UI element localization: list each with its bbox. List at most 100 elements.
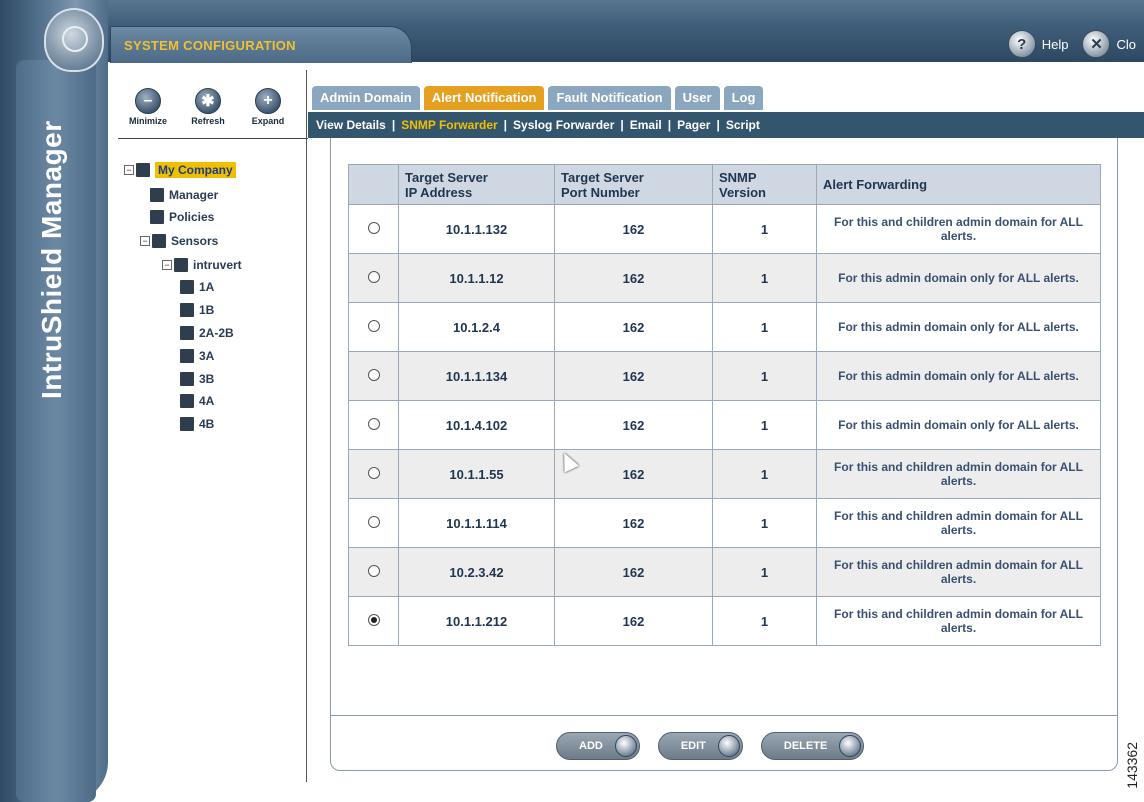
row-select-cell[interactable] (348, 204, 399, 254)
minimize-label: Minimize (128, 116, 167, 126)
help-label[interactable]: Help (1042, 37, 1069, 52)
row-select-cell[interactable] (348, 400, 399, 450)
column-header (348, 164, 399, 205)
delete-button[interactable]: DELETE (760, 732, 865, 760)
tree-node-label: 3A (199, 349, 215, 363)
table-header-row: Target Server IP Address Target Server Port… (348, 164, 1101, 205)
row-select-cell[interactable] (348, 351, 399, 401)
table-row[interactable]: 10.1.1.132 162 1 For this and children admi… (348, 204, 1101, 254)
toolbar-divider (118, 138, 308, 139)
row-radio-button[interactable] (367, 221, 380, 234)
tree-node-intruvert[interactable]: − intruvert (162, 258, 242, 272)
row-radio-button[interactable] (367, 613, 380, 626)
snmp-forwarder-table: Target Server IP Address Target Server Port… (348, 164, 1101, 646)
table-row[interactable]: 10.1.1.55 162 1 For this and children admin… (348, 449, 1101, 499)
subnav-pager[interactable]: Pager (677, 118, 710, 132)
tree-node-3a[interactable]: 3A (180, 349, 214, 363)
refresh-label: Refresh (191, 116, 225, 126)
tree-toggle-icon[interactable]: − (140, 236, 150, 246)
tab-fault-notification[interactable]: Fault Notification (548, 86, 671, 110)
row-radio-button[interactable] (367, 270, 380, 283)
tree-node-1a[interactable]: 1A (180, 280, 214, 294)
tab-alert-notification[interactable]: Alert Notification (423, 86, 545, 110)
action-buttons: ADD EDIT DELETE (556, 732, 865, 760)
column-header: Target Server Port Number (554, 164, 713, 205)
close-icon[interactable]: ✕ (1082, 30, 1111, 58)
snmp-version-cell: 1 (712, 498, 817, 548)
subnav-email[interactable]: Email (630, 118, 662, 132)
tab-log[interactable]: Log (723, 86, 764, 110)
tree-node-sensors[interactable]: − Sensors (140, 234, 218, 248)
tree-node-3b[interactable]: 3B (180, 372, 214, 386)
row-radio-button[interactable] (367, 368, 380, 381)
tree-toggle-icon[interactable]: − (162, 260, 172, 270)
tree-node-4b[interactable]: 4B (180, 417, 214, 431)
snmp-version-cell: 1 (712, 400, 817, 450)
close-label[interactable]: Clo (1116, 37, 1136, 52)
table-row[interactable]: 10.1.1.212 162 1 For this and children admi… (348, 596, 1101, 646)
refresh-button[interactable]: ✱ Refresh (188, 88, 228, 126)
minimize-icon: – (135, 88, 161, 114)
row-radio-button[interactable] (367, 515, 380, 528)
table-row[interactable]: 10.1.1.114 162 1 For this and children admi… (348, 498, 1101, 548)
tree-node-label: 3B (199, 372, 215, 386)
alert-forwarding-cell: For this and children admin domain for A… (816, 449, 1101, 499)
table-row[interactable]: 10.1.1.134 162 1 For this admin domain only… (348, 351, 1101, 401)
row-radio-button[interactable] (367, 417, 380, 430)
subnav-separator: | (667, 118, 672, 132)
table-row[interactable]: 10.1.4.102 162 1 For this admin domain only… (348, 400, 1101, 450)
ip-address-cell: 10.1.2.4 (398, 302, 555, 352)
add-button-label: ADD (579, 740, 603, 752)
tree-node-my-company[interactable]: − My Company (124, 162, 236, 178)
edit-button[interactable]: EDIT (657, 732, 743, 760)
subnav-snmp-forwarder[interactable]: SNMP Forwarder (401, 118, 497, 132)
tree-node-label: 4A (199, 394, 215, 408)
subnav-syslog-forwarder[interactable]: Syslog Forwarder (513, 118, 614, 132)
tree-toolbar: – Minimize ✱ Refresh + Expand (128, 88, 288, 126)
tree-node-4a[interactable]: 4A (180, 394, 214, 408)
tree-node-policies[interactable]: Policies (150, 210, 214, 224)
tree-node-label: 1A (199, 280, 215, 294)
app-vertical-title: IntruShield Manager (36, 120, 67, 399)
row-radio-button[interactable] (367, 319, 380, 332)
port-icon (180, 303, 194, 317)
ip-address-cell: 10.1.1.134 (398, 351, 555, 401)
row-select-cell[interactable] (348, 547, 399, 597)
port-number-cell: 162 (554, 302, 713, 352)
tree-node-label: intruvert (193, 258, 242, 272)
tree-node-1b[interactable]: 1B (180, 303, 214, 317)
column-header: Target Server IP Address (398, 164, 555, 205)
tab-admin-domain[interactable]: Admin Domain (312, 86, 420, 110)
expand-label: Expand (251, 116, 285, 126)
minimize-button[interactable]: – Minimize (128, 88, 168, 126)
add-button[interactable]: ADD (556, 732, 640, 760)
row-select-cell[interactable] (348, 596, 399, 646)
brand-sidebar: IntruShield Manager (0, 0, 108, 802)
tree-node-label: Policies (169, 210, 215, 224)
row-select-cell[interactable] (348, 253, 399, 303)
subnav-view-details[interactable]: View Details (316, 118, 386, 132)
table-row[interactable]: 10.1.2.4 162 1 For this admin domain only f… (348, 302, 1101, 352)
row-select-cell[interactable] (348, 302, 399, 352)
sensor-device-icon (174, 258, 188, 272)
row-select-cell[interactable] (348, 449, 399, 499)
ip-address-cell: 10.2.3.42 (398, 547, 555, 597)
tree-node-2a-2b[interactable]: 2A-2B (180, 326, 234, 340)
row-radio-button[interactable] (367, 466, 380, 479)
subnav-script[interactable]: Script (726, 118, 760, 132)
tree-node-label: Manager (169, 188, 219, 202)
tab-user[interactable]: User (674, 86, 720, 110)
expand-button[interactable]: + Expand (248, 88, 288, 126)
tree-node-label: My Company (155, 162, 236, 178)
help-icon[interactable]: ? (1007, 30, 1036, 58)
tree-node-label: 2A-2B (199, 326, 234, 340)
alert-forwarding-cell: For this admin domain only for ALL alert… (816, 253, 1101, 303)
edit-knob-icon (717, 735, 740, 757)
row-radio-button[interactable] (367, 564, 380, 577)
table-row[interactable]: 10.1.1.12 162 1 For this admin domain only … (348, 253, 1101, 303)
tree-toggle-icon[interactable]: − (124, 165, 134, 175)
port-number-cell: 162 (554, 204, 713, 254)
row-select-cell[interactable] (348, 498, 399, 548)
tree-node-manager[interactable]: Manager (150, 188, 218, 202)
table-row[interactable]: 10.2.3.42 162 1 For this and children admin… (348, 547, 1101, 597)
